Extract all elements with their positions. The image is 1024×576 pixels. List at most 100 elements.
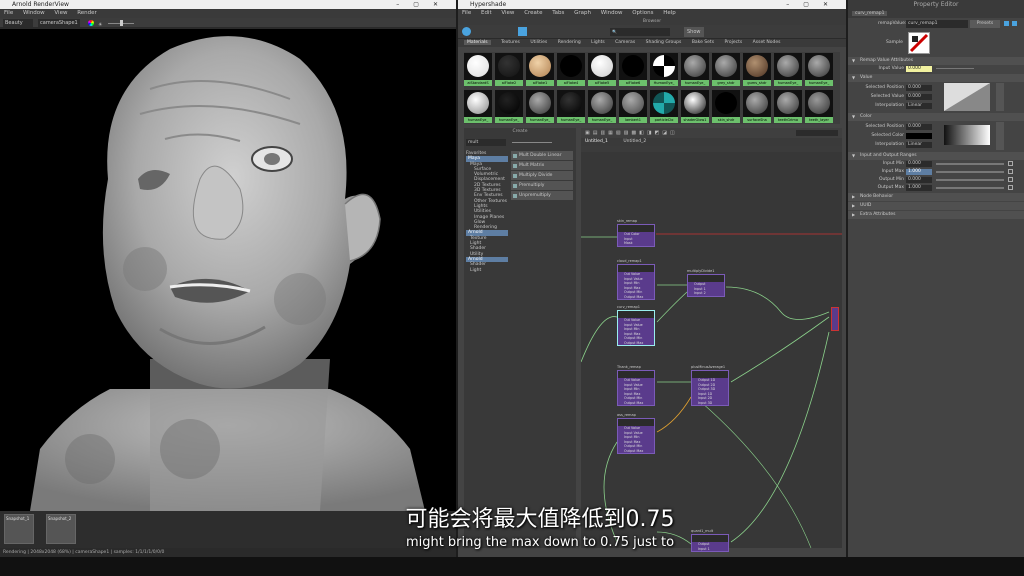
connect-map-icon[interactable] (1008, 185, 1013, 190)
range-slider[interactable] (936, 187, 1004, 189)
selected-color-swatch[interactable] (906, 133, 932, 139)
material-swatch[interactable]: aiFlake5 (588, 53, 616, 87)
value-ramp-graph[interactable] (944, 83, 990, 111)
material-swatch[interactable]: aiFlake4 (557, 53, 585, 87)
section-uuid[interactable]: UUID (848, 202, 1024, 210)
material-swatch[interactable]: humanEye_ (588, 90, 616, 124)
tab-untitled-1[interactable]: Untitled_1 (585, 139, 608, 144)
create-node-item[interactable]: Mult Matrix (511, 161, 573, 170)
section-remap-value-attributes[interactable]: Remap Value Attributes (848, 57, 1024, 65)
input-value-field[interactable]: 0.000 (906, 66, 932, 72)
color-ramp-graph[interactable] (944, 125, 990, 145)
show-button[interactable]: Show (684, 27, 704, 37)
node-header[interactable] (618, 419, 654, 426)
camera-select[interactable]: cameraShape1 (38, 19, 80, 27)
copy-tab-icon[interactable] (1012, 21, 1017, 26)
node-name-field[interactable]: curv_remap1 (906, 20, 968, 28)
material-swatch[interactable]: aiFlake1 (526, 53, 554, 87)
material-swatch[interactable]: HumanEye_ (650, 53, 678, 87)
node-attribute-port[interactable]: Mask (618, 241, 654, 246)
node-attribute-port[interactable]: Output Max (618, 341, 654, 346)
range-slider[interactable] (936, 163, 1004, 165)
graph-node[interactable]: Out Value Input Value Input Min Input Max Ou… (617, 310, 655, 346)
material-swatch[interactable]: humanEye_ (464, 90, 492, 124)
interpolation-select[interactable]: Linear (906, 103, 932, 109)
section-node-behavior[interactable]: Node Behavior (848, 193, 1024, 201)
tab-untitled-2[interactable]: Untitled_2 (623, 139, 646, 144)
menu-edit[interactable]: Edit (481, 10, 492, 16)
material-swatch[interactable]: aiStandardS (464, 53, 492, 87)
node-header[interactable] (618, 311, 654, 318)
browser-search-input[interactable]: 🔍 (610, 28, 670, 36)
tab-rendering[interactable]: Rendering (558, 40, 581, 45)
tab-cameras[interactable]: Cameras (615, 40, 635, 45)
tab-curv-remap1[interactable]: curv_remap1 (852, 11, 888, 16)
material-swatch[interactable]: humanEye_ (495, 90, 523, 124)
tab-textures[interactable]: Textures (501, 40, 520, 45)
material-swatch[interactable]: aiFlake6 (619, 53, 647, 87)
node-editor-search-input[interactable] (796, 130, 838, 136)
menu-file[interactable]: File (462, 10, 471, 16)
graph-tool-icons[interactable]: ▣▤▥▦▧▨▩◧◨◩◪◫ (585, 130, 678, 136)
selected-position-field[interactable]: 0.000 (906, 124, 932, 130)
node-header[interactable] (618, 371, 654, 378)
connect-map-icon[interactable] (1008, 169, 1013, 174)
material-swatch[interactable]: humanEye_ (681, 53, 709, 87)
snapshot-thumbnail[interactable]: Snapshot_1 (4, 514, 34, 544)
create-node-item[interactable]: Unpremultiply (511, 191, 573, 200)
menu-create[interactable]: Create (524, 10, 542, 16)
graph-node[interactable]: Output Input 1 Input 2 (687, 274, 725, 297)
connect-map-icon[interactable] (1008, 161, 1013, 166)
section-value[interactable]: Value (848, 74, 1024, 82)
tab-utilities[interactable]: Utilities (530, 40, 547, 45)
material-swatch[interactable]: teeth_layer (805, 90, 833, 124)
node-attribute-port[interactable]: Input 2 (688, 291, 724, 296)
material-swatch[interactable]: grey_shdr (712, 53, 740, 87)
graph-node[interactable]: Out Color Input Mask (617, 224, 655, 247)
exposure-slider-handle[interactable] (120, 20, 123, 26)
node-attribute-port[interactable]: Output Max (618, 295, 654, 300)
material-swatch[interactable]: gums_shdr (743, 53, 771, 87)
section-input-output-ranges[interactable]: Input and Output Ranges (848, 152, 1024, 160)
menu-tabs[interactable]: Tabs (552, 10, 564, 16)
render-view-titlebar[interactable]: Arnold RenderView –▢✕ (0, 0, 456, 9)
material-swatch[interactable]: shaderGlow1 (681, 90, 709, 124)
window-controls[interactable]: –▢✕ (786, 0, 842, 9)
selected-value-field[interactable]: 0.000 (906, 94, 932, 100)
menu-window[interactable]: Window (23, 10, 45, 16)
snapshot-thumbnail[interactable]: Snapshot_2 (46, 514, 76, 544)
node-graph-canvas[interactable]: skin_remap Out Color Input Mask cloud_remap1… (581, 152, 842, 552)
range-field[interactable]: 0.000 (906, 161, 932, 167)
graph-node[interactable]: Out Value Input Value Input Min Input Max Ou… (617, 370, 655, 406)
selected-position-field[interactable]: 0.000 (906, 85, 932, 91)
tab-bake-sets[interactable]: Bake Sets (692, 40, 714, 45)
node-attribute-port[interactable]: Output Max (618, 401, 654, 406)
graph-node[interactable]: Out Value Input Value Input Min Input Max Ou… (617, 418, 655, 454)
tab-lights[interactable]: Lights (591, 40, 605, 45)
menu-options[interactable]: Options (632, 10, 653, 16)
window-controls[interactable]: –▢✕ (396, 0, 452, 9)
node-attribute-port[interactable]: Output Max (618, 449, 654, 454)
menu-view[interactable]: View (501, 10, 514, 16)
material-swatch[interactable]: lambert1 (619, 90, 647, 124)
input-value-slider[interactable] (936, 68, 974, 69)
node-header[interactable] (692, 371, 728, 378)
range-field[interactable]: 0.000 (906, 177, 932, 183)
create-node-item[interactable]: Multiply Divide (511, 171, 573, 180)
tab-materials[interactable]: Materials (464, 40, 491, 45)
color-ramp-expand-button[interactable] (996, 122, 1004, 150)
section-extra-attributes[interactable]: Extra Attributes (848, 211, 1024, 219)
create-tree-item[interactable]: Light (466, 268, 508, 273)
menu-graph[interactable]: Graph (574, 10, 591, 16)
material-swatch[interactable]: humanEye_ (805, 53, 833, 87)
material-swatch[interactable]: particleClo (650, 90, 678, 124)
graph-node[interactable]: Out Value Input Value Input Min Input Max Ou… (617, 264, 655, 300)
material-swatch[interactable]: humanEye_ (557, 90, 585, 124)
range-slider[interactable] (936, 179, 1004, 181)
range-field[interactable]: 1.000 (906, 185, 932, 191)
node-header[interactable] (688, 275, 724, 282)
menu-render[interactable]: Render (77, 10, 97, 16)
menu-help[interactable]: Help (663, 10, 676, 16)
material-swatch[interactable]: teethGrimo (774, 90, 802, 124)
material-swatch[interactable]: humanEye_ (526, 90, 554, 124)
